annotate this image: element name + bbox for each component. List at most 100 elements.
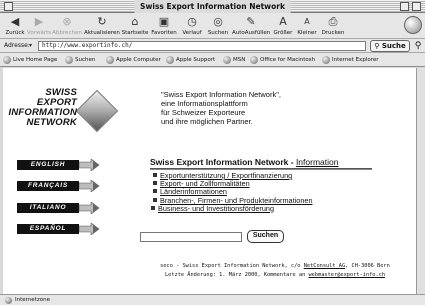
search-toolbar-button[interactable]: ◎ Suchen	[206, 14, 230, 38]
footer-line-1: seco - Swiss Export Information Network,…	[134, 262, 416, 271]
larger-text-button[interactable]: A Größer	[272, 14, 294, 38]
refresh-button-label: Aktualisieren	[84, 30, 120, 36]
history-button-label: Verlauf	[182, 30, 202, 36]
favorites-button[interactable]: ▣ Favoriten	[150, 14, 178, 38]
netconsult-link[interactable]: NetConsult AG	[304, 263, 345, 269]
language-french-button[interactable]: FRANÇAIS	[17, 180, 109, 192]
vertical-scrollbar[interactable]	[416, 68, 425, 294]
search-toolbar-label: Suchen	[207, 30, 229, 36]
favorites-bar: Live Home Page Suchen Apple Computer App…	[0, 53, 425, 67]
language-english-button[interactable]: ENGLISH	[17, 159, 109, 171]
topic-link[interactable]: Business- und Investitionsförderung	[158, 204, 274, 213]
print-icon: ⎙	[328, 15, 338, 28]
language-italian-button[interactable]: ITALIANO	[17, 202, 109, 214]
information-link[interactable]: Information	[296, 157, 339, 167]
forward-button-label: Vorwärts	[27, 30, 52, 36]
stop-button-label: Abbrechen	[52, 30, 82, 36]
home-button[interactable]: ⌂ Startseite	[121, 14, 149, 38]
browser-toolbar: ◀ Zurück ▶ Vorwärts ⊗ Abbrechen ↻ Aktual…	[0, 13, 425, 39]
site-search-input[interactable]	[140, 232, 242, 242]
search-icon: ◎	[213, 15, 223, 28]
window-titlebar[interactable]: Swiss Export Information Network	[0, 0, 425, 13]
arrow-right-icon	[79, 223, 100, 235]
site-logo: SWISS EXPORT INFORMATION NETWORK	[8, 84, 135, 144]
section-heading: Swiss Export Information Network - Infor…	[150, 157, 338, 167]
home-icon: ⌂	[131, 15, 139, 28]
fav-label: Internet Explorer	[332, 57, 379, 63]
list-item[interactable]: Business- und Investitionsförderung	[151, 204, 403, 213]
intro-text: "Swiss Export Information Network", eine…	[161, 90, 361, 126]
fav-label: Apple Computer	[116, 57, 161, 63]
footer-text: seco - Swiss Export Information Network,…	[160, 263, 304, 269]
refresh-button[interactable]: ↻ Aktualisieren	[84, 14, 120, 38]
fav-globe-icon	[106, 56, 114, 64]
larger-text-label: Größer	[273, 30, 293, 36]
fav-apple-support[interactable]: Apple Support	[166, 56, 215, 64]
smaller-text-button[interactable]: A Kleiner	[296, 14, 318, 38]
fav-suchen[interactable]: Suchen	[65, 56, 95, 64]
heading-divider	[150, 168, 372, 170]
fav-globe-icon	[322, 56, 330, 64]
stop-button[interactable]: ⊗ Abbrechen	[52, 14, 82, 38]
fav-live-home-page[interactable]: Live Home Page	[3, 56, 57, 64]
internet-zone-icon	[5, 297, 12, 304]
home-button-label: Startseite	[121, 30, 149, 36]
forward-button[interactable]: ▶ Vorwärts	[27, 14, 51, 38]
footer-text: Letzte Änderung: 1. März 2000, Kommentar…	[164, 272, 309, 278]
language-label: ITALIANO	[17, 203, 79, 213]
fav-globe-icon	[65, 56, 73, 64]
address-bar: Adresse: ▾ http://www.exportinfo.ch/ ⚲ S…	[0, 39, 425, 53]
magnifier-icon[interactable]: ⚲	[412, 40, 424, 52]
autofill-icon: ✎	[246, 15, 256, 28]
fav-globe-icon	[166, 56, 174, 64]
fav-apple-computer[interactable]: Apple Computer	[106, 56, 161, 64]
status-bar: Internetzone	[0, 294, 425, 305]
fav-label: Apple Support	[176, 57, 216, 63]
larger-text-icon: A	[279, 15, 287, 28]
close-box[interactable]	[4, 2, 13, 11]
fav-label: MSN	[233, 57, 246, 63]
favorites-button-label: Favoriten	[151, 30, 177, 36]
print-button-label: Drucken	[321, 30, 345, 36]
autofill-button[interactable]: ✎ AutoAusfüllen	[232, 14, 270, 38]
autofill-button-label: AutoAusfüllen	[232, 30, 271, 36]
back-arrow-icon: ◀	[10, 15, 20, 28]
bullet-icon	[151, 205, 155, 210]
language-spanish-button[interactable]: ESPAÑOL	[17, 223, 109, 235]
arrow-right-icon	[79, 159, 100, 171]
favorites-icon: ▣	[158, 15, 170, 28]
intro-line: für Schweizer Exporteure	[161, 108, 246, 117]
fav-msn[interactable]: MSN	[223, 56, 245, 64]
fav-globe-icon	[223, 56, 231, 64]
print-button[interactable]: ⎙ Drucken	[320, 14, 346, 38]
fav-office-for-macintosh[interactable]: Office for Macintosh	[250, 56, 315, 64]
address-field[interactable]: http://www.exportinfo.ch/	[38, 41, 366, 51]
address-search-button[interactable]: ⚲ Suche	[370, 40, 410, 52]
back-button[interactable]: ◀ Zurück	[4, 14, 26, 38]
language-label: ESPAÑOL	[17, 224, 79, 234]
bullet-icon	[153, 173, 157, 177]
status-text: Internetzone	[15, 297, 50, 303]
bullet-icon	[153, 197, 157, 202]
bullet-icon	[153, 181, 157, 186]
page-content: SWISS EXPORT INFORMATION NETWORK "Swiss …	[3, 68, 416, 294]
intro-line: eine Informationsplattform	[161, 99, 248, 108]
topic-link-list: Exportunterstützung / Exportfinanzierung…	[151, 171, 403, 213]
webmaster-email-link[interactable]: webmaster@export-info.ch	[308, 272, 385, 278]
address-dropdown-icon[interactable]: ▾	[29, 42, 32, 49]
fav-label: Live Home Page	[13, 57, 58, 63]
zoom-box[interactable]	[400, 2, 409, 11]
window-title: Swiss Export Information Network	[134, 0, 291, 13]
footer-text: , CH-3006 Bern	[345, 263, 390, 269]
history-icon: ◷	[187, 15, 197, 28]
collapse-box[interactable]	[412, 2, 421, 11]
fav-label: Office for Macintosh	[260, 57, 316, 63]
fav-label: Suchen	[75, 57, 96, 63]
fav-internet-explorer[interactable]: Internet Explorer	[322, 56, 379, 64]
fav-globe-icon	[250, 56, 258, 64]
language-label: ENGLISH	[17, 160, 79, 170]
history-button[interactable]: ◷ Verlauf	[180, 14, 204, 38]
logo-diamond-icon	[75, 89, 119, 133]
smaller-text-icon: A	[304, 17, 310, 26]
site-search-button[interactable]: Suchen	[247, 230, 284, 243]
